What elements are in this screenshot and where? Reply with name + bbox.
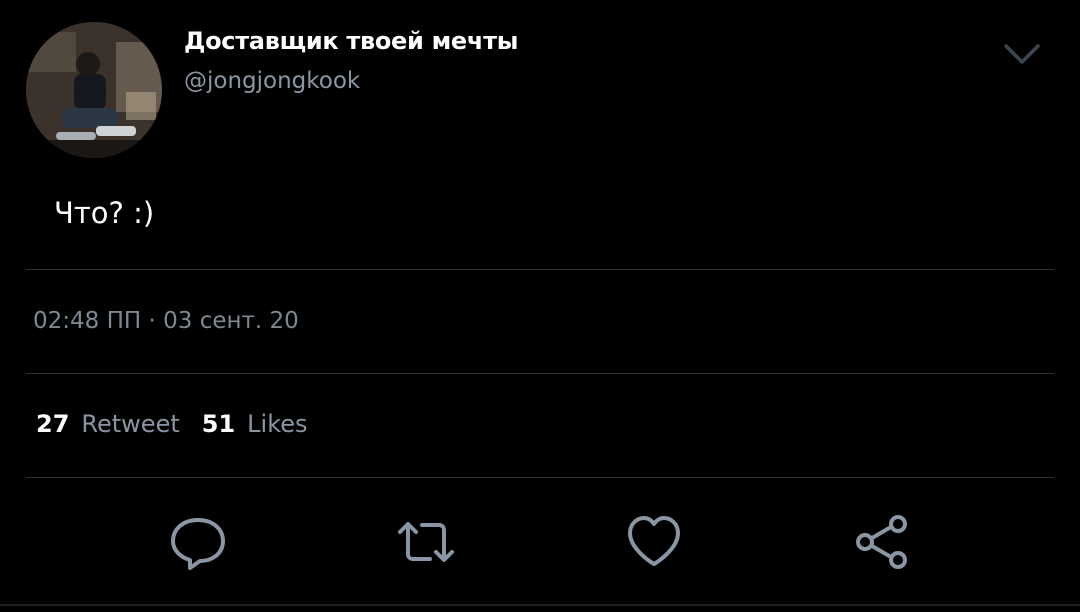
avatar[interactable] <box>26 22 162 158</box>
heart-icon <box>628 516 680 566</box>
author-display-name[interactable]: Доставщик твоей мечты <box>184 27 518 55</box>
divider <box>26 373 1054 374</box>
avatar-photo <box>26 22 162 158</box>
share-icon <box>856 515 907 569</box>
retweet-button[interactable] <box>396 512 456 572</box>
likes-label[interactable]: Likes <box>247 410 307 438</box>
divider <box>26 269 1054 270</box>
retweet-count[interactable]: 27 <box>36 410 69 438</box>
share-button[interactable] <box>852 512 912 572</box>
retweet-label[interactable]: Retweet <box>81 410 179 438</box>
reply-icon <box>171 518 225 570</box>
bottom-divider <box>0 604 1080 606</box>
retweet-icon <box>398 522 454 562</box>
tweet-stats: 27 Retweet 51 Likes <box>36 410 308 438</box>
chevron-down-icon[interactable] <box>1002 40 1042 68</box>
author-handle[interactable]: @jongjongkook <box>184 68 360 94</box>
tweet-text: Что? :) <box>54 196 155 230</box>
tweet-timestamp[interactable]: 02:48 ПП · 03 сент. 20 <box>33 308 299 334</box>
reply-button[interactable] <box>168 512 228 572</box>
likes-count[interactable]: 51 <box>202 410 235 438</box>
divider <box>26 477 1054 478</box>
like-button[interactable] <box>624 512 684 572</box>
